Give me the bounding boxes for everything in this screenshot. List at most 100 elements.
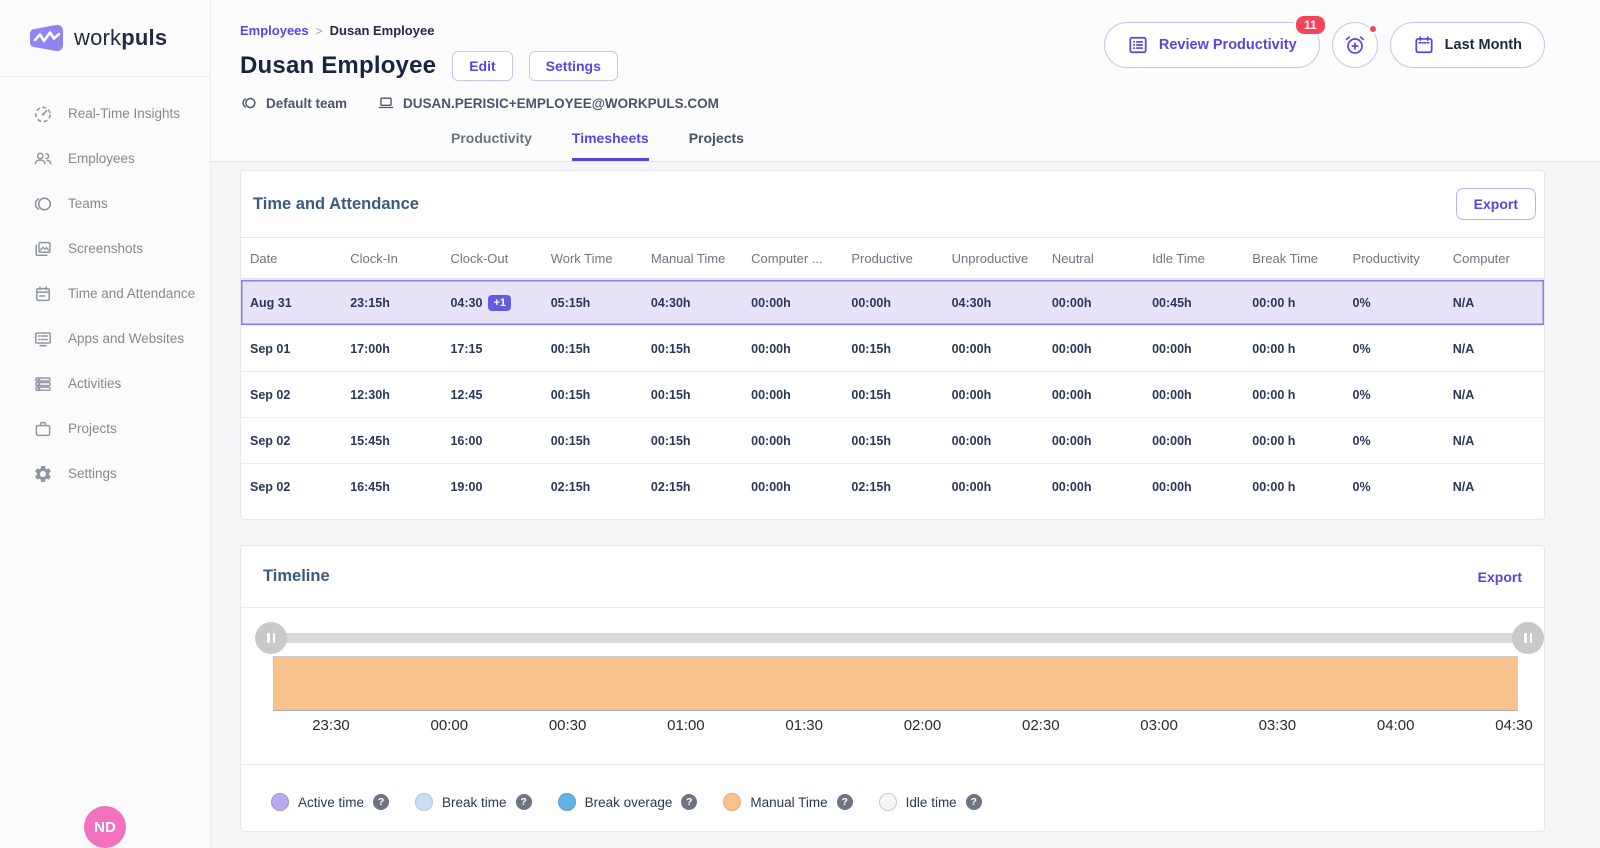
cell-neutral: 00:00h — [1043, 480, 1143, 494]
breadcrumb-separator: > — [316, 24, 323, 38]
tab-timesheets[interactable]: Timesheets — [572, 130, 649, 161]
cell-neutral: 00:00h — [1043, 388, 1143, 402]
cell-productive: 00:15h — [842, 434, 942, 448]
cell-work-time: 02:15h — [542, 480, 642, 494]
apps-websites-icon — [33, 329, 53, 349]
cell-unproductive: 00:00h — [943, 434, 1043, 448]
slider-handle-left[interactable] — [255, 622, 287, 654]
date-range-label: Last Month — [1445, 37, 1522, 53]
col-manual-time: Manual Time — [642, 251, 742, 266]
reminder-button[interactable] — [1332, 22, 1378, 68]
sidebar: workpuls Real-Time Insights Employees — [0, 0, 211, 848]
sidebar-nav: Real-Time Insights Employees Teams — [0, 77, 210, 496]
screenshots-icon — [33, 239, 53, 259]
page-content: Time and Attendance Export Date Clock-In… — [211, 162, 1600, 832]
cell-idle-time: 00:00h — [1143, 342, 1243, 356]
workpuls-logo[interactable]: workpuls — [0, 0, 210, 77]
axis-tick: 01:00 — [636, 717, 736, 734]
cell-manual-time: 00:15h — [642, 342, 742, 356]
cell-date: Sep 02 — [241, 388, 341, 402]
table-row[interactable]: Sep 02 16:45h 19:00 02:15h 02:15h 00:00h… — [241, 463, 1544, 509]
table-row[interactable]: Sep 01 17:00h 17:15 00:15h 00:15h 00:00h… — [241, 325, 1544, 371]
sidebar-item-label: Time and Attendance — [68, 286, 195, 301]
date-range-button[interactable]: Last Month — [1390, 22, 1545, 68]
cell-manual-time: 04:30h — [642, 296, 742, 310]
cell-computer-time: 00:00h — [742, 434, 842, 448]
table-row[interactable]: Sep 02 15:45h 16:00 00:15h 00:15h 00:00h… — [241, 417, 1544, 463]
cell-clock-in: 23:15h — [341, 296, 441, 310]
cell-computer: N/A — [1444, 296, 1544, 310]
laptop-icon — [377, 94, 395, 112]
axis-tick: 00:30 — [518, 717, 618, 734]
axis-tick: 01:30 — [754, 717, 854, 734]
help-icon[interactable]: ? — [966, 794, 982, 810]
cell-productive: 00:00h — [842, 296, 942, 310]
help-icon[interactable]: ? — [681, 794, 697, 810]
manual-time-swatch — [723, 793, 741, 811]
activities-icon — [33, 374, 53, 394]
sidebar-item-employees[interactable]: Employees — [0, 136, 210, 181]
breadcrumb-current: Dusan Employee — [330, 23, 435, 38]
cell-date: Sep 01 — [241, 342, 341, 356]
cell-clock-in: 15:45h — [341, 434, 441, 448]
cell-neutral: 00:00h — [1043, 342, 1143, 356]
legend-break-overage: Break overage ? — [558, 793, 698, 811]
axis-tick: 03:30 — [1227, 717, 1327, 734]
sidebar-item-projects[interactable]: Projects — [0, 406, 210, 451]
realtime-insights-icon — [33, 104, 53, 124]
sidebar-item-label: Settings — [68, 466, 117, 481]
workpuls-logo-icon — [30, 23, 64, 53]
help-icon[interactable]: ? — [516, 794, 532, 810]
user-avatar[interactable]: ND — [84, 806, 126, 848]
help-icon[interactable]: ? — [373, 794, 389, 810]
cell-productivity: 0% — [1344, 388, 1444, 402]
slider-handle-right[interactable] — [1512, 622, 1544, 654]
cell-computer: N/A — [1444, 480, 1544, 494]
cell-idle-time: 00:00h — [1143, 480, 1243, 494]
legend-manual-time: Manual Time ? — [723, 793, 852, 811]
page-title: Dusan Employee — [240, 52, 436, 80]
sidebar-item-activities[interactable]: Activities — [0, 361, 210, 406]
sidebar-item-label: Projects — [68, 421, 117, 436]
cell-productivity: 0% — [1344, 480, 1444, 494]
employees-icon — [33, 149, 53, 169]
review-productivity-button[interactable]: Review Productivity 11 — [1104, 22, 1320, 68]
tab-productivity[interactable]: Productivity — [451, 130, 532, 161]
sidebar-item-apps-and-websites[interactable]: Apps and Websites — [0, 316, 210, 361]
sidebar-item-settings[interactable]: Settings — [0, 451, 210, 496]
timeline-card: Timeline Export 23:30 00:00 00:30 01:00 … — [240, 545, 1545, 832]
col-computer: Computer — [1444, 251, 1544, 266]
timeline-range-slider[interactable] — [271, 633, 1528, 643]
timeline-axis: 23:30 00:00 00:30 01:00 01:30 02:00 02:3… — [281, 717, 1545, 734]
sidebar-item-real-time-insights[interactable]: Real-Time Insights — [0, 91, 210, 136]
cell-productive: 02:15h — [842, 480, 942, 494]
settings-button[interactable]: Settings — [529, 51, 618, 81]
calendar-icon — [1413, 34, 1435, 56]
sidebar-item-label: Activities — [68, 376, 121, 391]
col-work-time: Work Time — [542, 251, 642, 266]
edit-button[interactable]: Edit — [452, 51, 512, 81]
sidebar-item-screenshots[interactable]: Screenshots — [0, 226, 210, 271]
col-break-time: Break Time — [1243, 251, 1343, 266]
cell-idle-time: 00:00h — [1143, 434, 1243, 448]
timeline-export-link[interactable]: Export — [1478, 569, 1522, 585]
cell-productivity: 0% — [1344, 296, 1444, 310]
sidebar-item-label: Employees — [68, 151, 135, 166]
help-icon[interactable]: ? — [837, 794, 853, 810]
col-date: Date — [241, 251, 341, 266]
sidebar-item-label: Real-Time Insights — [68, 106, 180, 121]
cell-date: Sep 02 — [241, 480, 341, 494]
tab-projects[interactable]: Projects — [689, 130, 744, 161]
breadcrumb-employees-link[interactable]: Employees — [240, 23, 309, 38]
cell-manual-time: 02:15h — [642, 480, 742, 494]
col-computer-time: Computer ... — [742, 251, 842, 266]
cell-computer-time: 00:00h — [742, 388, 842, 402]
table-row[interactable]: Aug 31 23:15h 04:30+1 05:15h 04:30h 00:0… — [241, 279, 1544, 325]
attendance-export-button[interactable]: Export — [1456, 188, 1536, 220]
notification-dot — [1368, 24, 1378, 34]
sidebar-item-time-and-attendance[interactable]: Time and Attendance — [0, 271, 210, 316]
break-overage-swatch — [558, 793, 576, 811]
table-row[interactable]: Sep 02 12:30h 12:45 00:15h 00:15h 00:00h… — [241, 371, 1544, 417]
sidebar-item-teams[interactable]: Teams — [0, 181, 210, 226]
sidebar-item-label: Screenshots — [68, 241, 143, 256]
